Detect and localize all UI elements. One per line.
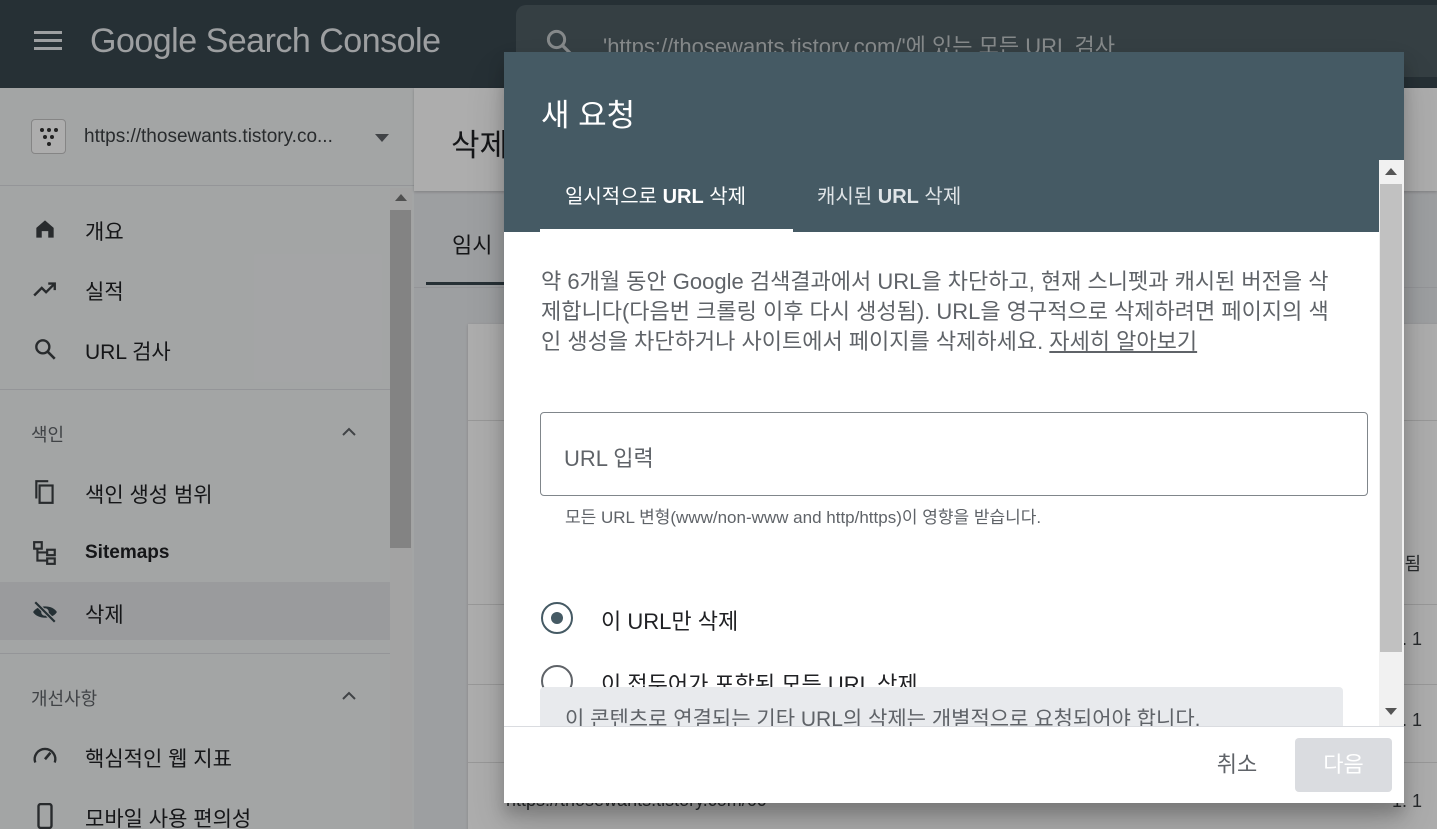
next-button[interactable]: 다음 <box>1295 738 1392 792</box>
dialog-body: 약 6개월 동안 Google 검색결과에서 URL을 차단하고, 현재 스니펫… <box>504 232 1379 726</box>
scroll-up-arrow-icon[interactable] <box>1385 168 1397 175</box>
info-notice: 이 콘텐츠로 연결되는 기타 URL의 삭제는 개별적으로 요청되어야 합니다. <box>540 687 1343 726</box>
url-input-field[interactable]: URL 입력 <box>540 412 1368 496</box>
tab-label-suffix: 삭제 <box>918 186 962 208</box>
dialog-description: 약 6개월 동안 Google 검색결과에서 URL을 차단하고, 현재 스니펫… <box>541 267 1341 357</box>
info-notice-text: 이 콘텐츠로 연결되는 기타 URL의 삭제는 개별적으로 요청되어야 합니다. <box>565 708 1201 726</box>
cancel-button[interactable]: 취소 <box>1194 739 1280 791</box>
url-input-placeholder: URL 입력 <box>564 446 654 471</box>
tab-label-prefix: 캐시된 <box>817 186 878 208</box>
description-text: 약 6개월 동안 Google 검색결과에서 URL을 차단하고, 현재 스니펫… <box>541 269 1329 354</box>
tab-label-bold: URL <box>662 186 704 208</box>
scroll-down-arrow-icon[interactable] <box>1385 708 1397 715</box>
tab-label-prefix: 일시적으로 <box>565 186 663 208</box>
new-request-dialog: 새 요청 일시적으로 URL 삭제 캐시된 URL 삭제 약 6개월 동안 Go… <box>504 52 1404 803</box>
radio-label-this-url-only[interactable]: 이 URL만 삭제 <box>601 604 738 636</box>
tab-label-bold: URL <box>877 186 919 208</box>
tab-label-suffix: 삭제 <box>703 186 747 208</box>
dialog-header: 새 요청 일시적으로 URL 삭제 캐시된 URL 삭제 <box>504 52 1404 232</box>
dialog-title: 새 요청 <box>541 98 636 133</box>
url-helper-text: 모든 URL 변형(www/non-www and http/https)이 영… <box>565 508 1042 527</box>
tab-temporary-url-removal[interactable]: 일시적으로 URL 삭제 <box>565 180 746 209</box>
dialog-footer: 취소 다음 <box>504 726 1404 803</box>
tab-cached-url-removal[interactable]: 캐시된 URL 삭제 <box>817 180 961 209</box>
learn-more-link[interactable]: 자세히 알아보기 <box>1049 329 1197 354</box>
dialog-scrollbar[interactable] <box>1379 160 1404 726</box>
radio-remove-this-url-only[interactable] <box>541 602 573 634</box>
dialog-scroll-thumb[interactable] <box>1380 184 1402 652</box>
